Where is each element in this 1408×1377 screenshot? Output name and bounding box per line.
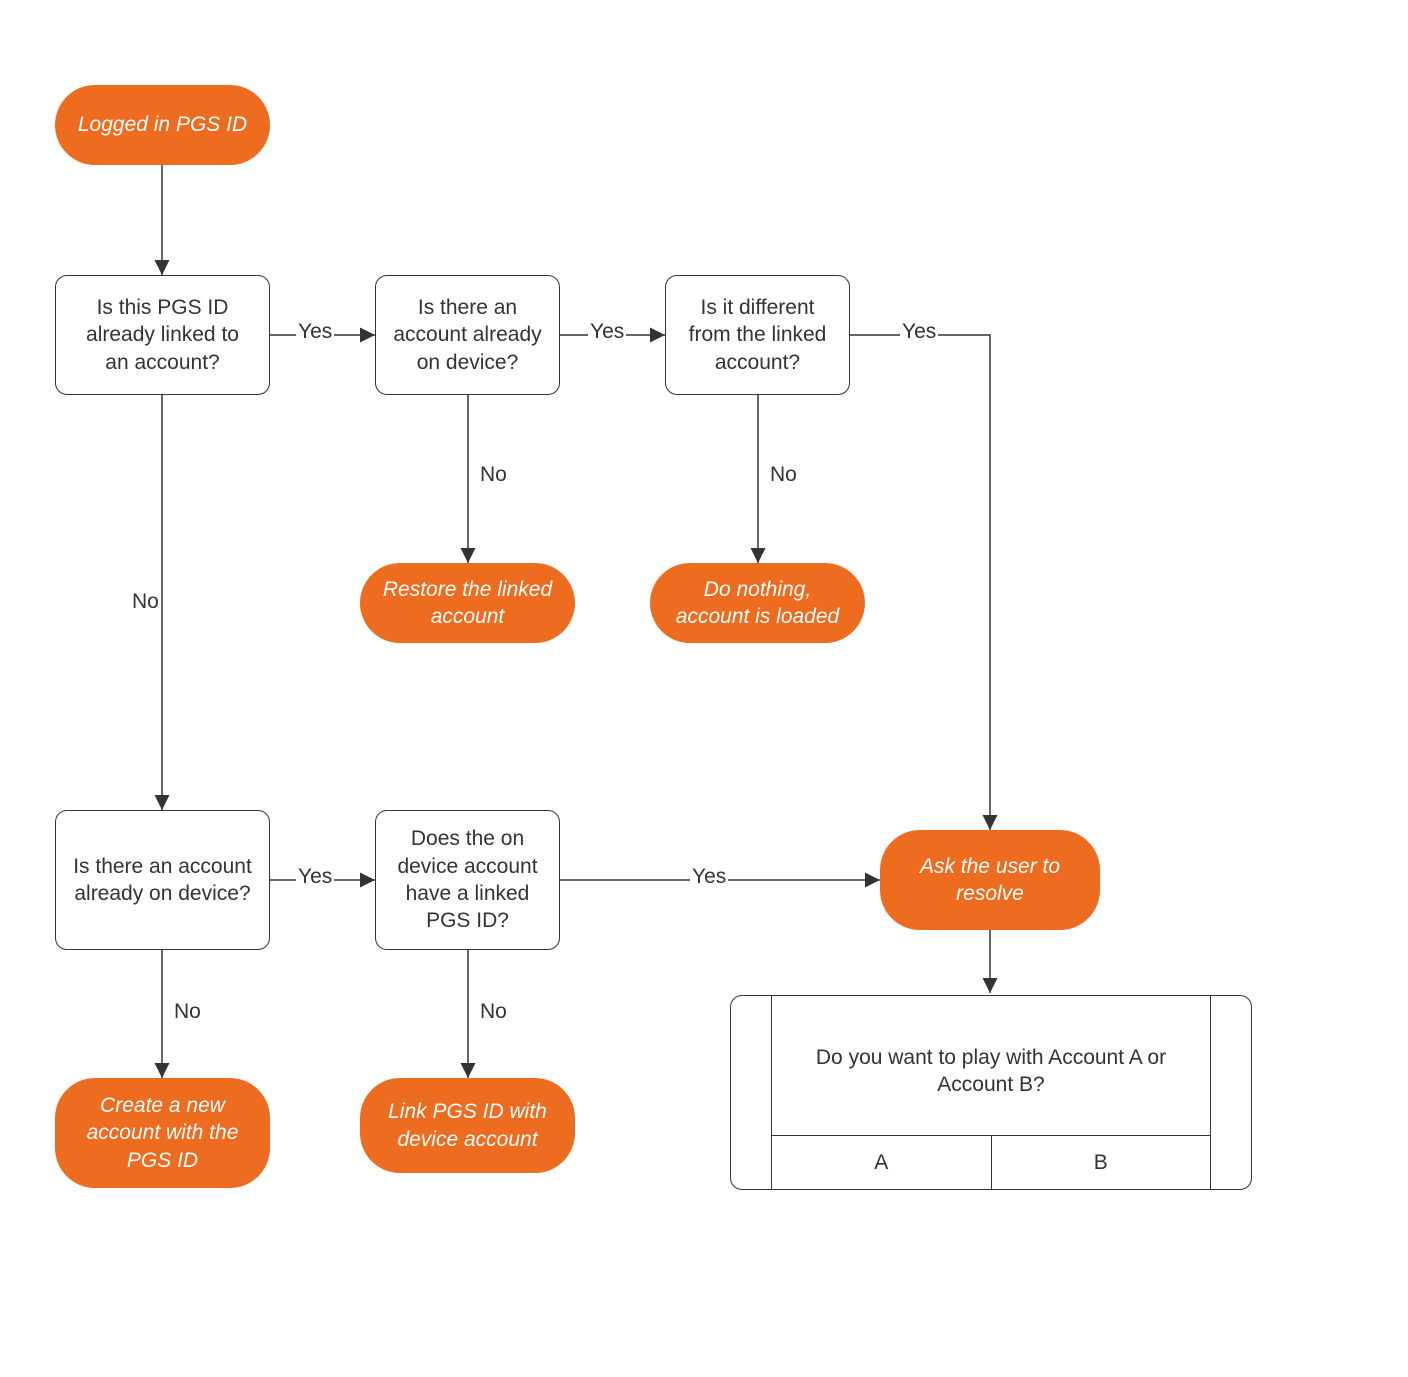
- edge-q4-no: No: [172, 1000, 203, 1024]
- terminal-restore: Restore the linked account: [360, 563, 575, 643]
- edge-q5-no: No: [478, 1000, 509, 1024]
- terminal-resolve-label: Ask the user to resolve: [896, 853, 1084, 908]
- decision-q4: Is there an account already on device?: [55, 810, 270, 950]
- decision-q1: Is this PGS ID already linked to an acco…: [55, 275, 270, 395]
- edge-q1-yes: Yes: [296, 320, 334, 344]
- edge-q1-no: No: [130, 590, 161, 614]
- edge-q2-yes: Yes: [588, 320, 626, 344]
- terminal-link: Link PGS ID with device account: [360, 1078, 575, 1173]
- resolve-prompt: Do you want to play with Account A or Ac…: [772, 1044, 1210, 1099]
- terminal-start-label: Logged in PGS ID: [78, 111, 247, 138]
- edge-q3-no: No: [768, 463, 799, 487]
- terminal-restore-label: Restore the linked account: [376, 576, 559, 631]
- terminal-resolve: Ask the user to resolve: [880, 830, 1100, 930]
- terminal-nothing: Do nothing, account is loaded: [650, 563, 865, 643]
- terminal-create-label: Create a new account with the PGS ID: [71, 1092, 254, 1174]
- terminal-nothing-label: Do nothing, account is loaded: [666, 576, 849, 631]
- resolve-inner-frame: Do you want to play with Account A or Ac…: [771, 996, 1211, 1189]
- flowchart-canvas: Logged in PGS ID Is this PGS ID already …: [0, 0, 1408, 1377]
- decision-q4-label: Is there an account already on device?: [72, 853, 253, 908]
- terminal-create: Create a new account with the PGS ID: [55, 1078, 270, 1188]
- decision-q5: Does the on device account have a linked…: [375, 810, 560, 950]
- decision-q2: Is there an account already on device?: [375, 275, 560, 395]
- edge-q2-no: No: [478, 463, 509, 487]
- decision-q5-label: Does the on device account have a linked…: [392, 825, 543, 934]
- resolve-option-a[interactable]: A: [772, 1136, 992, 1189]
- edge-q5-yes: Yes: [690, 865, 728, 889]
- resolve-dialog: Do you want to play with Account A or Ac…: [730, 995, 1252, 1190]
- decision-q3-label: Is it different from the linked account?: [682, 294, 833, 376]
- decision-q3: Is it different from the linked account?: [665, 275, 850, 395]
- decision-q2-label: Is there an account already on device?: [392, 294, 543, 376]
- edge-q3-yes: Yes: [900, 320, 938, 344]
- terminal-start: Logged in PGS ID: [55, 85, 270, 165]
- terminal-link-label: Link PGS ID with device account: [376, 1098, 559, 1153]
- resolve-buttons: A B: [772, 1135, 1210, 1189]
- resolve-option-b[interactable]: B: [992, 1136, 1211, 1189]
- decision-q1-label: Is this PGS ID already linked to an acco…: [72, 294, 253, 376]
- edge-q4-yes: Yes: [296, 865, 334, 889]
